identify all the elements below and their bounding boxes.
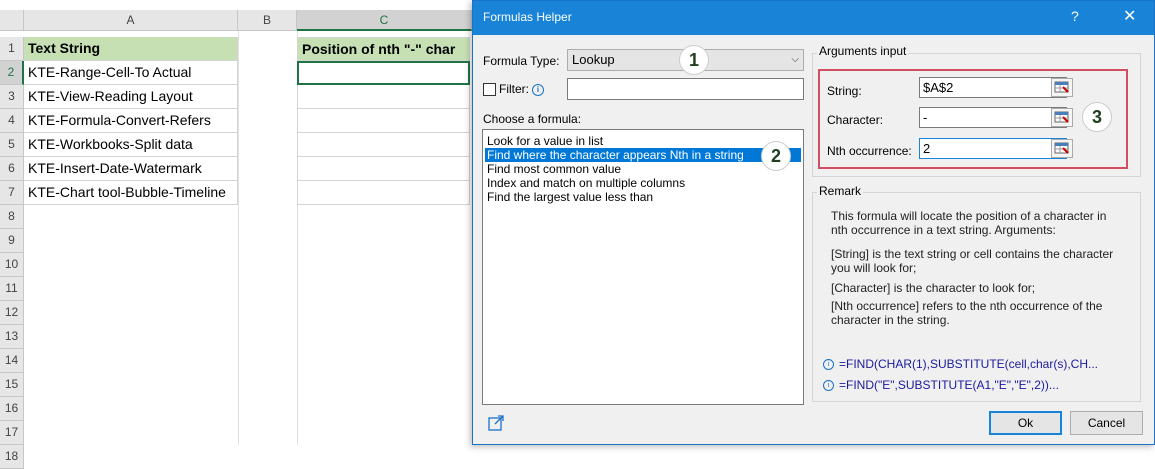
row-header[interactable]: 4 (0, 109, 24, 133)
row-header[interactable]: 9 (0, 229, 24, 253)
remark-text: This formula will locate the position of… (831, 209, 1107, 237)
cell-c3[interactable] (297, 85, 470, 109)
formula-example-link[interactable]: =FIND(CHAR(1),SUBSTITUTE(cell,char(s),CH… (839, 357, 1098, 371)
row-header[interactable]: 2 (0, 61, 24, 85)
row-header[interactable]: 14 (0, 349, 24, 373)
cell-a5[interactable]: KTE-Workbooks-Split data (24, 133, 238, 157)
cell-c1[interactable]: Position of nth "-" char (297, 37, 470, 61)
formula-item[interactable]: Find the largest value less than (485, 190, 801, 204)
row-header[interactable]: 11 (0, 277, 24, 301)
filter-input[interactable] (567, 78, 804, 100)
remark-group-label: Remark (817, 184, 864, 198)
formula-item[interactable]: Look for a value in list (485, 134, 801, 148)
formula-item-selected[interactable]: Find where the character appears Nth in … (485, 148, 801, 162)
formulas-helper-dialog: Formulas Helper ? ✕ Formula Type: Lookup… (472, 0, 1155, 445)
formula-example-link[interactable]: =FIND("E",SUBSTITUTE(A1,"E","E",2))... (839, 378, 1059, 392)
step-badge-1: 1 (679, 45, 709, 75)
column-header-a[interactable]: A (24, 10, 238, 31)
remark-text: [Character] is the character to look for… (831, 281, 1036, 295)
row-header[interactable]: 6 (0, 157, 24, 181)
info-icon: i (823, 380, 834, 391)
info-icon: i (823, 359, 834, 370)
row-header[interactable]: 17 (0, 421, 24, 445)
formula-item[interactable]: Find most common value (485, 162, 801, 176)
open-external-icon[interactable] (487, 414, 505, 435)
ok-button[interactable]: Ok (989, 411, 1062, 435)
arg-nth-label: Nth occurrence: (827, 144, 912, 158)
row-header[interactable]: 18 (0, 445, 24, 469)
cell-c7[interactable] (297, 181, 470, 205)
range-select-icon[interactable] (1051, 78, 1073, 97)
row-header[interactable]: 13 (0, 325, 24, 349)
remark-text: [String] is the text string or cell cont… (831, 247, 1114, 275)
cell-a1[interactable]: Text String (24, 37, 238, 61)
cell-c5[interactable] (297, 133, 470, 157)
range-select-icon[interactable] (1051, 139, 1073, 158)
cell-c2-active[interactable] (297, 61, 470, 85)
formula-type-label: Formula Type: (483, 54, 560, 68)
row-header[interactable]: 7 (0, 181, 24, 205)
cell-a2[interactable]: KTE-Range-Cell-To Actual (24, 61, 238, 85)
row-header[interactable]: 3 (0, 85, 24, 109)
cell-a7[interactable]: KTE-Chart tool-Bubble-Timeline (24, 181, 238, 205)
filter-label: Filter: (499, 82, 529, 96)
row-header[interactable]: 10 (0, 253, 24, 277)
info-icon[interactable]: i (532, 84, 544, 96)
row-header[interactable]: 5 (0, 133, 24, 157)
row-header[interactable]: 15 (0, 373, 24, 397)
row-header[interactable]: 1 (0, 37, 24, 61)
cell-c4[interactable] (297, 109, 470, 133)
select-all-corner[interactable] (0, 10, 24, 31)
choose-formula-label: Choose a formula: (483, 112, 582, 126)
column-header-b[interactable]: B (238, 10, 297, 31)
formula-type-value: Lookup (572, 52, 615, 67)
gridline (238, 31, 239, 445)
cell-a4[interactable]: KTE-Formula-Convert-Refers (24, 109, 238, 133)
chevron-down-icon: ⌵ (791, 54, 799, 65)
cancel-button[interactable]: Cancel (1070, 411, 1143, 435)
cell-a6[interactable]: KTE-Insert-Date-Watermark (24, 157, 238, 181)
filter-checkbox[interactable] (483, 83, 496, 96)
step-badge-2: 2 (761, 141, 791, 171)
arg-character-label: Character: (827, 113, 884, 127)
title-bar[interactable]: Formulas Helper ? ✕ (473, 1, 1154, 35)
range-select-icon[interactable] (1051, 108, 1073, 127)
row-header[interactable]: 8 (0, 205, 24, 229)
arg-nth-field[interactable]: 2 (919, 138, 1067, 159)
remark-text: [Nth occurrence] refers to the nth occur… (831, 299, 1103, 327)
arg-string-label: String: (827, 84, 862, 98)
formula-item[interactable]: Index and match on multiple columns (485, 176, 801, 190)
cell-a3[interactable]: KTE-View-Reading Layout (24, 85, 238, 109)
formula-list[interactable]: Look for a value in list Find where the … (482, 129, 804, 405)
dialog-title: Formulas Helper (483, 10, 572, 24)
arg-string-field[interactable]: $A$2 (919, 77, 1067, 98)
help-button[interactable]: ? (1071, 8, 1079, 24)
arg-character-field[interactable]: - (919, 107, 1067, 128)
cell-c6[interactable] (297, 157, 470, 181)
close-button[interactable]: ✕ (1123, 6, 1136, 26)
column-header-c[interactable]: C (297, 10, 472, 31)
arguments-group-label: Arguments input (817, 44, 909, 58)
row-header[interactable]: 16 (0, 397, 24, 421)
step-badge-3: 3 (1082, 102, 1112, 132)
row-header[interactable]: 12 (0, 301, 24, 325)
